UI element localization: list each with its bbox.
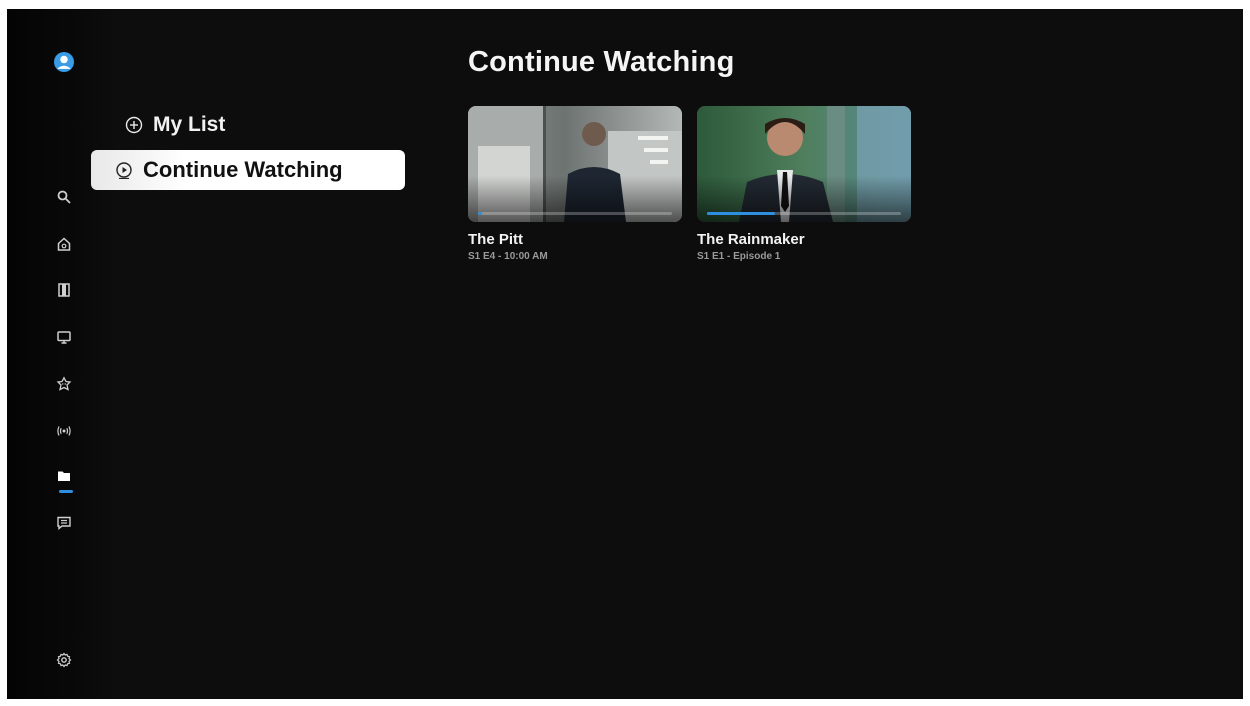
search-icon[interactable]	[53, 186, 75, 208]
thumbnail-image	[697, 106, 911, 222]
submenu-item-continue-watching[interactable]: Continue Watching	[91, 150, 405, 190]
progress-fill	[707, 212, 775, 215]
thumbnail-image	[468, 106, 682, 222]
app-screen: My List Continue Watching Continue Watch…	[7, 9, 1243, 699]
nav-rail	[7, 9, 117, 699]
card-subtitle: S1 E1 - Episode 1	[697, 251, 781, 262]
kids-icon[interactable]	[53, 373, 75, 395]
play-circle-icon	[115, 161, 133, 179]
tv-icon[interactable]	[53, 326, 75, 348]
active-indicator	[59, 490, 73, 493]
page-title: Continue Watching	[468, 46, 735, 78]
profile-avatar-icon[interactable]	[53, 51, 75, 73]
submenu-item-my-list[interactable]: My List	[123, 109, 225, 141]
progress-fill	[478, 212, 482, 215]
content-card-the-rainmaker[interactable]: The Rainmaker S1 E1 - Episode 1	[697, 106, 911, 262]
submenu-item-label: My List	[153, 113, 226, 136]
movies-film-icon[interactable]	[53, 279, 75, 301]
card-subtitle: S1 E4 - 10:00 AM	[468, 251, 548, 262]
content-card-the-pitt[interactable]: The Pitt S1 E4 - 10:00 AM	[468, 106, 682, 262]
progress-bar	[707, 212, 901, 215]
card-title: The Rainmaker	[697, 231, 805, 248]
card-title: The Pitt	[468, 231, 523, 248]
live-broadcast-icon[interactable]	[53, 420, 75, 442]
library-folder-icon[interactable]	[53, 465, 75, 487]
plus-circle-icon	[125, 116, 143, 134]
submenu-item-label: Continue Watching	[143, 157, 343, 182]
progress-bar	[478, 212, 672, 215]
settings-gear-icon[interactable]	[53, 649, 75, 671]
home-icon[interactable]	[53, 233, 75, 255]
chat-feedback-icon[interactable]	[53, 512, 75, 534]
